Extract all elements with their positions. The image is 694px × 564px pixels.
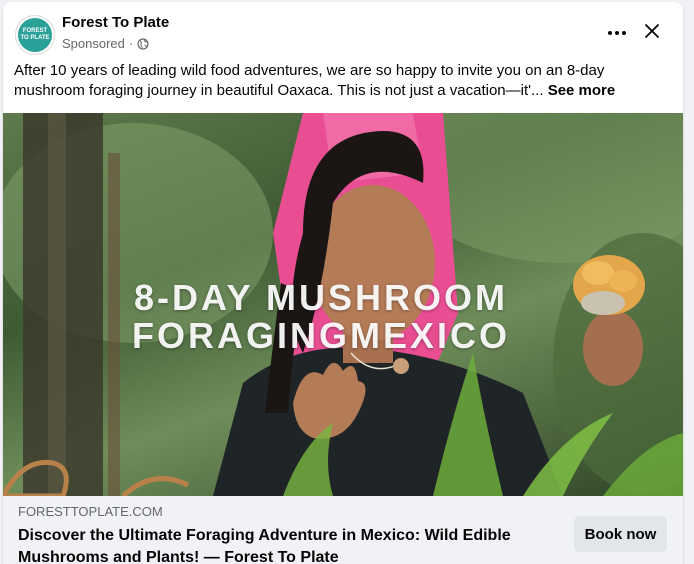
sponsored-separator: ·	[128, 36, 134, 51]
more-options-button[interactable]	[600, 18, 634, 48]
close-button[interactable]	[637, 18, 667, 48]
media-overlay-line2: FORAGINGMEXICO	[131, 315, 510, 356]
link-preview-footer[interactable]: FORESTTOPLATE.COM Discover the Ultimate …	[3, 496, 683, 564]
post-body: After 10 years of leading wild food adve…	[14, 62, 605, 99]
post-header: FOREST TO PLATE Forest To Plate Sponsore…	[3, 2, 683, 60]
globe-icon	[137, 37, 149, 50]
link-domain: FORESTTOPLATE.COM	[18, 504, 163, 519]
book-now-button[interactable]: Book now	[574, 516, 667, 552]
see-more-link[interactable]: See more	[548, 82, 616, 99]
page-avatar[interactable]: FOREST TO PLATE	[15, 15, 55, 55]
media-overlay-line1: 8-DAY MUSHROOM	[133, 277, 509, 318]
link-title[interactable]: Discover the Ultimate Foraging Adventure…	[18, 525, 558, 564]
post-body-text: After 10 years of leading wild food adve…	[14, 61, 654, 101]
ad-post-card: FOREST TO PLATE Forest To Plate Sponsore…	[3, 2, 683, 564]
sponsored-label[interactable]: Sponsored	[62, 36, 125, 51]
more-options-icon	[608, 31, 626, 35]
ad-media-image[interactable]: 8-DAY MUSHROOM FORAGINGMEXICO	[3, 113, 683, 496]
page-name-link[interactable]: Forest To Plate	[62, 14, 169, 31]
sponsored-row: Sponsored ·	[62, 36, 149, 51]
close-icon	[644, 23, 660, 44]
avatar-logo: FOREST TO PLATE	[18, 18, 52, 52]
